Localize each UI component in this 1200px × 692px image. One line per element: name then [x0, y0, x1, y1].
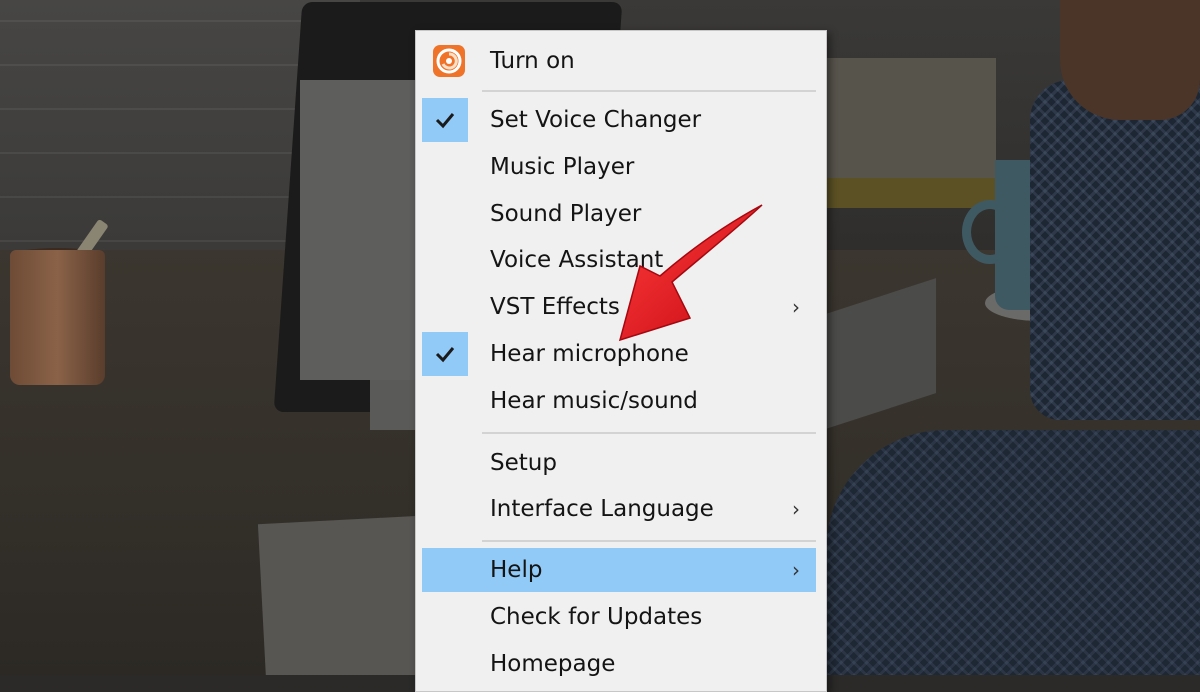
menu-item-label: Set Voice Changer [490, 107, 702, 133]
menu-item-label: VST Effects [490, 294, 620, 320]
menu-item-hear-microphone[interactable]: Hear microphone [422, 332, 816, 376]
menu-item-label: Interface Language [490, 496, 714, 522]
menu-item-turn-on[interactable]: Turn on [422, 39, 816, 83]
check-indicator [422, 98, 468, 142]
chevron-right-icon: › [792, 558, 800, 582]
notebook-paper [257, 515, 427, 675]
shirt-sleeve [1030, 80, 1200, 420]
checkmark-icon [435, 113, 455, 129]
menu-item-label: Voice Assistant [490, 247, 664, 273]
voice-changer-app-icon [433, 45, 465, 77]
menu-item-label: Check for Updates [490, 604, 703, 630]
pencil-cup [10, 250, 105, 385]
menu-item-label: Hear microphone [490, 341, 689, 367]
person-arm [826, 430, 1200, 675]
tray-context-menu: Turn on Set Voice Changer Music Player S… [415, 30, 827, 692]
book-spine [826, 178, 996, 208]
menu-item-label: Help [490, 557, 543, 583]
checkmark-icon [435, 347, 455, 363]
menu-item-label: Music Player [490, 154, 635, 180]
menu-separator [482, 432, 816, 434]
menu-separator [482, 90, 816, 92]
menu-separator [482, 540, 816, 542]
menu-item-label: Hear music/sound [490, 388, 698, 414]
menu-item-voice-assistant[interactable]: Voice Assistant [422, 238, 816, 282]
menu-item-label: Setup [490, 450, 557, 476]
menu-item-check-for-updates[interactable]: Check for Updates [422, 595, 816, 639]
menu-item-vst-effects[interactable]: VST Effects › [422, 285, 816, 329]
menu-item-set-voice-changer[interactable]: Set Voice Changer [422, 98, 816, 142]
menu-item-sound-player[interactable]: Sound Player [422, 192, 816, 236]
chevron-right-icon: › [792, 497, 800, 521]
hand [1060, 0, 1200, 120]
menu-item-interface-language[interactable]: Interface Language › [422, 487, 816, 531]
menu-item-label: Turn on [490, 48, 575, 74]
menu-item-label: Sound Player [490, 201, 642, 227]
chevron-right-icon: › [792, 295, 800, 319]
menu-item-homepage[interactable]: Homepage [422, 642, 816, 686]
menu-item-help[interactable]: Help › [422, 548, 816, 592]
menu-item-setup[interactable]: Setup [422, 441, 816, 485]
check-indicator [422, 332, 468, 376]
menu-item-label: Homepage [490, 651, 616, 677]
menu-item-music-player[interactable]: Music Player [422, 145, 816, 189]
menu-item-hear-music-sound[interactable]: Hear music/sound [422, 379, 816, 423]
